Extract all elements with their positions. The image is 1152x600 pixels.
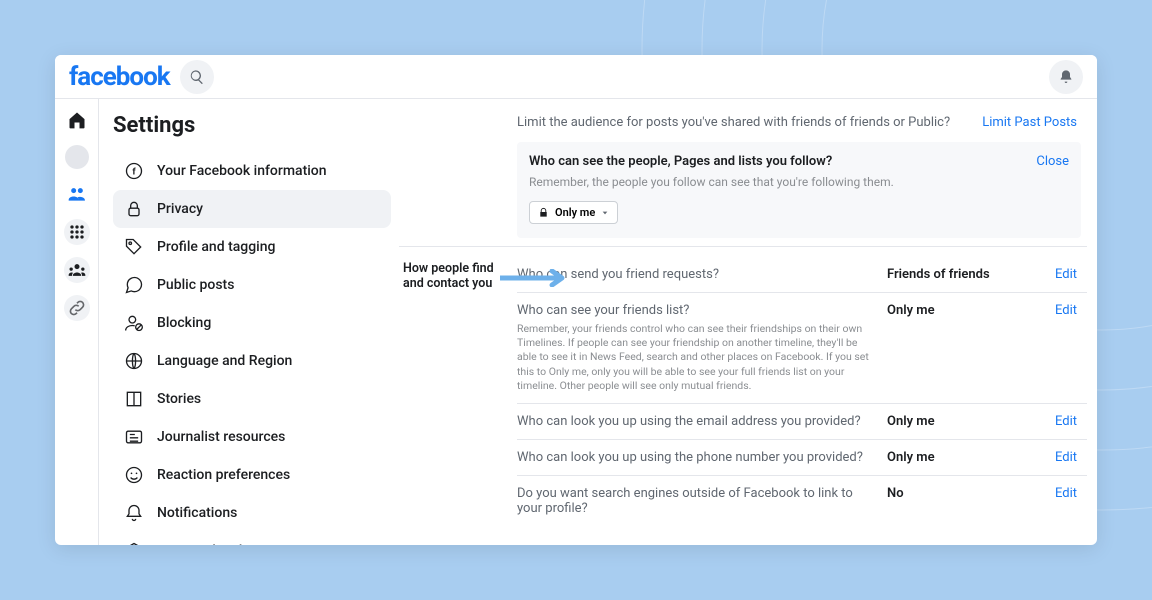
expanded-title: Who can see the people, Pages and lists … <box>529 154 1069 169</box>
setting-question: Who can look you up using the email addr… <box>517 414 887 429</box>
settings-sidebar: Settings f Your Facebook information Priv… <box>99 99 399 545</box>
sidebar-item-label: Language and Region <box>157 353 292 369</box>
sidebar-item-label: Privacy <box>157 201 203 217</box>
setting-value: No <box>887 486 1017 516</box>
facebook-logo[interactable]: facebook <box>69 62 170 92</box>
setting-question: Do you want search engines outside of Fa… <box>517 486 887 516</box>
bell-icon <box>1058 69 1074 85</box>
setting-row: Do you want search engines outside of Fa… <box>517 475 1087 526</box>
sidebar-item-journalist[interactable]: Journalist resources <box>113 418 391 456</box>
sidebar-item-public-posts[interactable]: Public posts <box>113 266 391 304</box>
sidebar-item-label: Blocking <box>157 315 211 331</box>
sidebar-item-your-info[interactable]: f Your Facebook information <box>113 152 391 190</box>
setting-description: Remember, your friends control who can s… <box>517 322 875 393</box>
sidebar-item-label: Journalist resources <box>157 429 285 445</box>
notifications-button[interactable] <box>1049 60 1083 94</box>
sidebar-item-stories[interactable]: Stories <box>113 380 391 418</box>
svg-text:f: f <box>132 167 136 177</box>
rail-home[interactable] <box>64 107 90 133</box>
sidebar-item-language[interactable]: Language and Region <box>113 342 391 380</box>
sidebar-item-label: Apps and Websites <box>157 543 277 545</box>
setting-question: Who can look you up using the phone numb… <box>517 450 887 465</box>
setting-row: Who can see your friends list?Remember, … <box>517 292 1087 403</box>
sidebar-item-label: Reaction preferences <box>157 467 290 483</box>
app-window: facebook Settings f Your Facebook informa… <box>55 55 1097 545</box>
sidebar-item-label: Profile and tagging <box>157 239 275 255</box>
setting-row: Who can send you friend requests?Friends… <box>517 257 1087 292</box>
sidebar-item-reaction[interactable]: Reaction preferences <box>113 456 391 494</box>
rail-grid[interactable] <box>64 219 90 245</box>
audience-selector-label: Only me <box>555 206 595 219</box>
edit-link[interactable]: Edit <box>1017 303 1077 393</box>
setting-value: Only me <box>887 414 1017 429</box>
setting-value: Only me <box>887 450 1017 465</box>
close-link[interactable]: Close <box>1036 154 1069 169</box>
sidebar-item-profile-tagging[interactable]: Profile and tagging <box>113 228 391 266</box>
sidebar-item-apps[interactable]: Apps and Websites <box>113 532 391 545</box>
edit-link[interactable]: Edit <box>1017 450 1077 465</box>
setting-value: Only me <box>887 303 1017 393</box>
limit-posts-question: Limit the audience for posts you've shar… <box>517 115 982 130</box>
chevron-down-icon <box>601 209 609 217</box>
sidebar-item-label: Stories <box>157 391 201 407</box>
setting-question: Who can send you friend requests? <box>517 267 887 282</box>
setting-question: Who can see your friends list?Remember, … <box>517 303 887 393</box>
page-title: Settings <box>113 113 391 138</box>
setting-value: Friends of friends <box>887 267 1017 282</box>
sidebar-item-label: Public posts <box>157 277 234 293</box>
sidebar-item-notifications[interactable]: Notifications <box>113 494 391 532</box>
rail-avatar[interactable] <box>65 145 89 169</box>
topbar: facebook <box>55 55 1097 99</box>
edit-link[interactable]: Edit <box>1017 267 1077 282</box>
rail-groups[interactable] <box>64 257 90 283</box>
edit-link[interactable]: Edit <box>1017 486 1077 516</box>
rail-friends[interactable] <box>64 181 90 207</box>
audience-selector[interactable]: Only me <box>529 201 618 224</box>
sidebar-item-privacy[interactable]: Privacy <box>113 190 391 228</box>
rail-link[interactable] <box>64 295 90 321</box>
edit-link[interactable]: Edit <box>1017 414 1077 429</box>
setting-row: Who can look you up using the phone numb… <box>517 439 1087 475</box>
search-button[interactable] <box>180 60 214 94</box>
search-icon <box>189 69 205 85</box>
expanded-subtitle: Remember, the people you follow can see … <box>529 175 1069 189</box>
sidebar-item-blocking[interactable]: Blocking <box>113 304 391 342</box>
expanded-setting-follow: Close Who can see the people, Pages and … <box>517 142 1081 238</box>
lock-icon <box>538 207 549 218</box>
sidebar-item-label: Your Facebook information <box>157 163 327 179</box>
limit-past-posts-link[interactable]: Limit Past Posts <box>982 115 1077 130</box>
setting-row: Who can look you up using the email addr… <box>517 403 1087 439</box>
sidebar-item-label: Notifications <box>157 505 237 521</box>
main-content: Limit the audience for posts you've shar… <box>399 99 1097 545</box>
left-rail <box>55 99 99 545</box>
section-label-contact: How people find and contact you <box>399 257 517 526</box>
